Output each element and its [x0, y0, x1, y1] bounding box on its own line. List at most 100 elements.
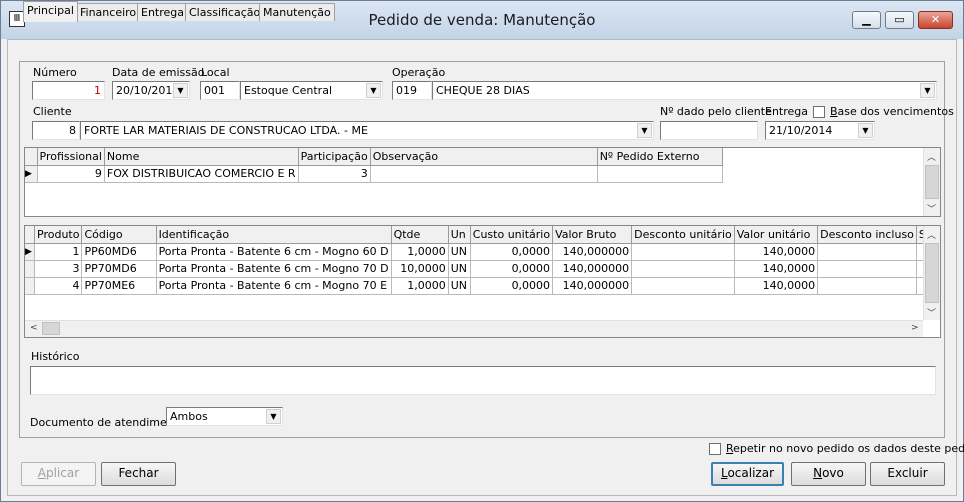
table-row[interactable]: 4 PP70ME6 Porta Pronta - Batente 6 cm - …	[25, 277, 940, 295]
col-qtde[interactable]: Qtde	[391, 226, 449, 244]
cell-codigo[interactable]: PP70ME6	[81, 277, 157, 295]
aplicar-button[interactable]: Aplicar	[21, 462, 96, 486]
minimize-button[interactable]: ▁	[852, 11, 881, 29]
base-vencimentos-label[interactable]: Base dos vencimentos	[830, 105, 954, 118]
cell-valor-bruto[interactable]: 140,000000	[552, 243, 633, 261]
entrega-dropdown-icon[interactable]: ▼	[858, 123, 873, 138]
col-valor-unitario[interactable]: Valor unitário	[734, 226, 819, 244]
tab-classificacao[interactable]: Classificação	[185, 3, 265, 21]
cell-custo-unitario[interactable]: 0,0000	[470, 243, 554, 261]
cliente-code-field[interactable]: 8	[32, 121, 80, 140]
scroll-down-icon[interactable]: ﹀	[927, 306, 936, 319]
table-row[interactable]: ▶ 1 PP60MD6 Porta Pronta - Batente 6 cm …	[25, 243, 940, 261]
col-participacao[interactable]: Participação	[298, 148, 371, 166]
scroll-thumb[interactable]	[42, 322, 60, 335]
col-desconto-unitario[interactable]: Desconto unitário	[631, 226, 735, 244]
produtos-vertical-scrollbar[interactable]: ︿ ﹀	[923, 226, 940, 320]
scroll-right-icon[interactable]: >	[911, 323, 919, 333]
col-un[interactable]: Un	[448, 226, 471, 244]
cell-observacao[interactable]	[370, 165, 598, 183]
novo-button[interactable]: Novo	[791, 462, 866, 486]
cell-identificacao[interactable]: Porta Pronta - Batente 6 cm - Mogno 70 E	[156, 277, 392, 295]
numero-field[interactable]: 1	[32, 81, 105, 100]
close-button[interactable]: ✕	[918, 11, 953, 29]
historico-textarea[interactable]	[30, 366, 936, 395]
excluir-button[interactable]: Excluir	[870, 462, 945, 486]
cell-nome[interactable]: FOX DISTRIBUICAO COMERCIO E R	[104, 165, 299, 183]
scroll-thumb[interactable]	[925, 165, 939, 199]
tab-entrega[interactable]: Entrega	[137, 3, 189, 21]
profissionais-vertical-scrollbar[interactable]: ︿ ﹀	[923, 148, 940, 216]
cell-valor-bruto[interactable]: 140,000000	[552, 277, 633, 295]
cell-desconto-unitario[interactable]	[631, 260, 735, 278]
cell-pedido-externo[interactable]	[597, 165, 723, 183]
cell-valor-unitario[interactable]: 140,0000	[734, 243, 819, 261]
col-observacao[interactable]: Observação	[370, 148, 598, 166]
base-vencimentos-checkbox[interactable]	[813, 106, 825, 118]
cell-custo-unitario[interactable]: 0,0000	[470, 277, 554, 295]
cell-valor-unitario[interactable]: 140,0000	[734, 260, 819, 278]
scroll-down-icon[interactable]: ﹀	[927, 202, 936, 215]
col-valor-bruto[interactable]: Valor Bruto	[552, 226, 633, 244]
numero-cliente-field[interactable]	[660, 121, 758, 140]
table-row[interactable]: 3 PP70MD6 Porta Pronta - Batente 6 cm - …	[25, 260, 940, 278]
col-codigo[interactable]: Código	[81, 226, 157, 244]
cell-identificacao[interactable]: Porta Pronta - Batente 6 cm - Mogno 60 D	[156, 243, 392, 261]
documento-dropdown-icon[interactable]: ▼	[266, 409, 281, 424]
tab-financeiro[interactable]: Financeiro	[76, 3, 141, 21]
cell-profissional[interactable]: 9	[37, 165, 105, 183]
cell-produto[interactable]: 1	[34, 243, 83, 261]
cell-desconto-incluso[interactable]	[817, 260, 917, 278]
cell-custo-unitario[interactable]: 0,0000	[470, 260, 554, 278]
entrega-date-field[interactable]: 21/10/2014 ▼	[765, 121, 875, 140]
cell-valor-bruto[interactable]: 140,000000	[552, 260, 633, 278]
cell-valor-unitario[interactable]: 140,0000	[734, 277, 819, 295]
cell-qtde[interactable]: 1,0000	[391, 243, 449, 261]
col-profissional[interactable]: Profissional	[37, 148, 105, 166]
cell-desconto-incluso[interactable]	[817, 277, 917, 295]
maximize-button[interactable]: ▭	[885, 11, 914, 29]
col-pedido-externo[interactable]: Nº Pedido Externo	[597, 148, 723, 166]
col-desconto-incluso[interactable]: Desconto incluso	[817, 226, 917, 244]
data-emissao-field[interactable]: 20/10/2014 ▼	[112, 81, 190, 100]
scroll-left-icon[interactable]: <	[30, 323, 38, 333]
operacao-dropdown-icon[interactable]: ▼	[920, 83, 935, 98]
cell-un[interactable]: UN	[448, 243, 471, 261]
cell-qtde[interactable]: 1,0000	[391, 277, 449, 295]
cell-desconto-unitario[interactable]	[631, 277, 735, 295]
tab-principal[interactable]: Principal	[23, 1, 78, 22]
repetir-checkbox[interactable]	[709, 443, 721, 455]
data-emissao-dropdown-icon[interactable]: ▼	[173, 83, 188, 98]
fechar-button[interactable]: Fechar	[101, 462, 176, 486]
produtos-grid[interactable]: Produto Código Identificação Qtde Un Cus…	[24, 225, 941, 338]
produtos-horizontal-scrollbar[interactable]: < >	[25, 320, 923, 337]
cliente-name-select[interactable]: FORTE LAR MATERIAIS DE CONSTRUCAO LTDA. …	[80, 121, 654, 140]
col-nome[interactable]: Nome	[104, 148, 299, 166]
local-dropdown-icon[interactable]: ▼	[366, 83, 381, 98]
local-code-field[interactable]: 001	[200, 81, 240, 100]
scroll-up-icon[interactable]: ︿	[927, 228, 936, 241]
cell-codigo[interactable]: PP60MD6	[81, 243, 157, 261]
col-custo-unitario[interactable]: Custo unitário	[470, 226, 554, 244]
cell-un[interactable]: UN	[448, 277, 471, 295]
table-row[interactable]: ▶ 9 FOX DISTRIBUICAO COMERCIO E R 3	[25, 165, 723, 183]
scroll-thumb[interactable]	[925, 243, 939, 303]
localizar-button[interactable]: Localizar	[711, 462, 784, 486]
cell-desconto-unitario[interactable]	[631, 243, 735, 261]
scroll-up-icon[interactable]: ︿	[927, 150, 936, 163]
documento-atendimento-select[interactable]: Ambos ▼	[166, 407, 283, 426]
col-produto[interactable]: Produto	[34, 226, 83, 244]
cell-codigo[interactable]: PP70MD6	[81, 260, 157, 278]
cell-qtde[interactable]: 10,0000	[391, 260, 449, 278]
cell-produto[interactable]: 3	[34, 260, 83, 278]
cell-desconto-incluso[interactable]	[817, 243, 917, 261]
operacao-code-field[interactable]: 019	[392, 81, 432, 100]
local-name-select[interactable]: Estoque Central ▼	[240, 81, 383, 100]
cell-participacao[interactable]: 3	[298, 165, 371, 183]
cell-un[interactable]: UN	[448, 260, 471, 278]
operacao-name-select[interactable]: CHEQUE 28 DIAS ▼	[432, 81, 937, 100]
profissionais-grid[interactable]: Profissional Nome Participação Observaçã…	[24, 147, 941, 217]
cliente-dropdown-icon[interactable]: ▼	[637, 123, 652, 138]
repetir-label[interactable]: Repetir no novo pedido os dados deste pe…	[726, 442, 964, 455]
cell-identificacao[interactable]: Porta Pronta - Batente 6 cm - Mogno 70 D	[156, 260, 392, 278]
